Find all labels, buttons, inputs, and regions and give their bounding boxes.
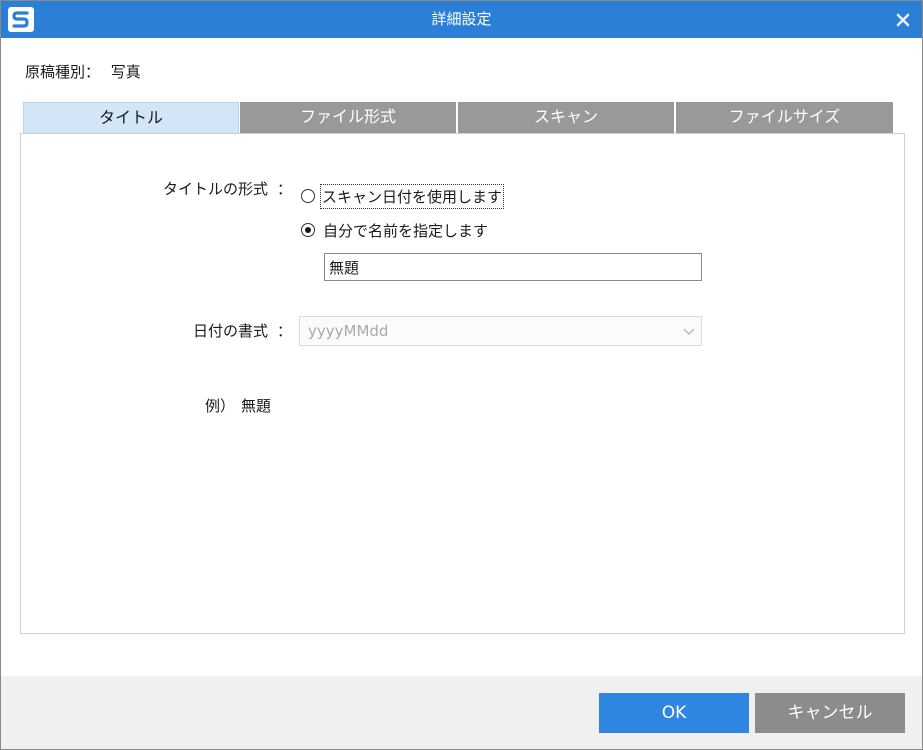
title-format-label: タイトルの形式 bbox=[163, 180, 269, 198]
title-bar[interactable]: 詳細設定 bbox=[1, 1, 922, 38]
close-icon[interactable] bbox=[892, 9, 914, 31]
chevron-down-icon bbox=[683, 328, 695, 335]
dialog-title: 詳細設定 bbox=[431, 10, 492, 28]
document-type-label: 原稿種別： bbox=[25, 63, 101, 81]
tab-panel bbox=[20, 133, 905, 634]
document-type-row: 原稿種別： 写真 bbox=[25, 61, 141, 82]
tab-scan[interactable]: スキャン bbox=[458, 102, 674, 134]
tab-bar: タイトル ファイル形式 スキャン ファイルサイズ bbox=[23, 102, 893, 134]
radio-label-specify-name[interactable]: 自分で名前を指定します bbox=[323, 220, 488, 241]
tab-file-format[interactable]: ファイル形式 bbox=[240, 102, 456, 134]
radio-specify-name[interactable] bbox=[301, 223, 315, 237]
settings-dialog: 詳細設定 原稿種別： 写真 タイトル ファイル形式 スキャン ファイルサイズ タ… bbox=[0, 0, 923, 750]
radio-label-use-scan-date[interactable]: スキャン日付を使用します bbox=[319, 184, 505, 209]
date-format-label: 日付の書式 bbox=[193, 322, 269, 340]
ok-button[interactable]: OK bbox=[599, 693, 749, 733]
date-format-value: yyyyMMdd bbox=[308, 322, 389, 340]
title-name-input[interactable] bbox=[324, 253, 702, 281]
cancel-button[interactable]: キャンセル bbox=[755, 693, 905, 733]
example-value: 無題 bbox=[241, 397, 272, 415]
date-format-colon: ： bbox=[277, 322, 293, 340]
title-format-colon: ： bbox=[277, 180, 293, 198]
example-label: 例） bbox=[205, 397, 236, 415]
tab-title[interactable]: タイトル bbox=[23, 102, 239, 134]
radio-use-scan-date[interactable] bbox=[301, 189, 315, 203]
tab-file-size[interactable]: ファイルサイズ bbox=[676, 102, 893, 134]
date-format-select[interactable]: yyyyMMdd bbox=[299, 316, 702, 346]
document-type-value: 写真 bbox=[110, 63, 141, 81]
